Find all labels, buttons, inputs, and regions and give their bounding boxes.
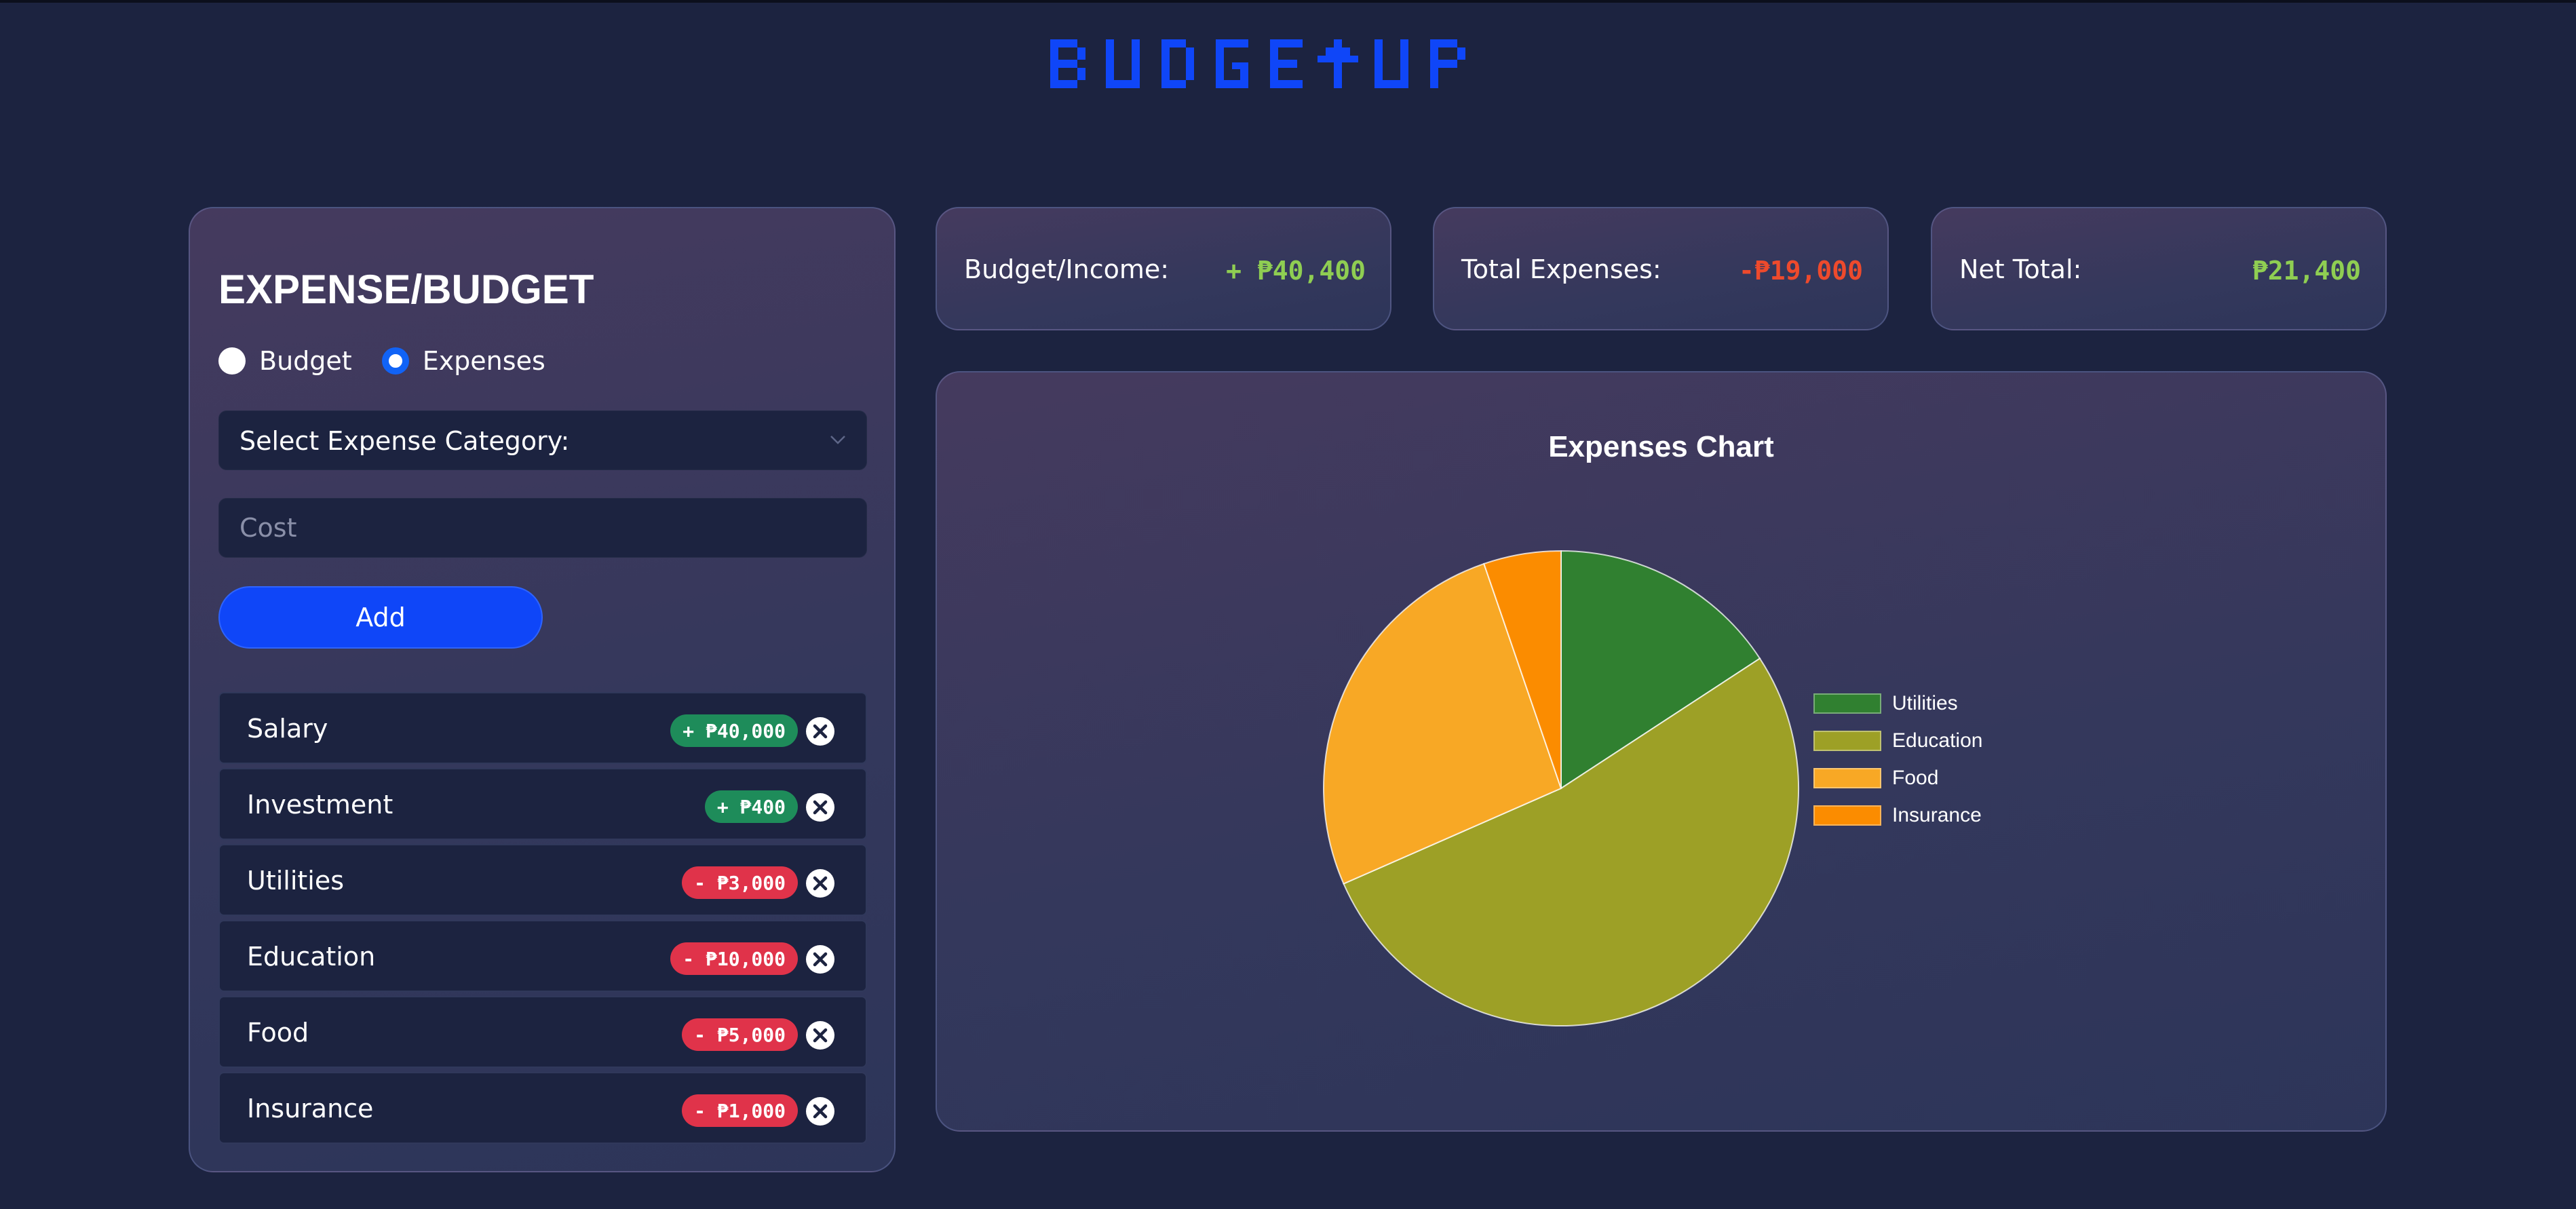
- entry-amount-badge: - ₱5,000: [682, 1018, 798, 1051]
- expenses-radio[interactable]: [381, 347, 409, 375]
- legend-swatch: [1813, 730, 1881, 751]
- legend-item-education[interactable]: Education: [1813, 722, 1982, 759]
- budget-income-label: Budget/Income:: [964, 254, 1170, 284]
- entry-label: Food: [247, 1018, 309, 1048]
- total-expenses-card: Total Expenses: -₱19,000: [1433, 207, 1889, 330]
- legend-label: Utilities: [1892, 691, 1958, 714]
- expense-category-select[interactable]: Select Expense Category:: [218, 410, 867, 470]
- entry-row-insurance: Insurance - ₱1,000: [218, 1072, 867, 1144]
- expense-category-select-label: Select Expense Category:: [239, 426, 570, 456]
- close-circle-icon: [813, 1028, 828, 1043]
- entry-amount-badge: - ₱1,000: [682, 1094, 798, 1127]
- net-total-card: Net Total: ₱21,400: [1931, 207, 2387, 330]
- legend-swatch: [1813, 693, 1881, 714]
- delete-entry-button[interactable]: [806, 717, 834, 746]
- legend-item-utilities[interactable]: Utilities: [1813, 685, 1982, 722]
- legend-item-food[interactable]: Food: [1813, 759, 1982, 797]
- expenses-radio-label[interactable]: Expenses: [423, 346, 545, 376]
- net-total-value: ₱21,400: [2252, 256, 2361, 286]
- expense-budget-panel: EXPENSE/BUDGET Budget Expenses Select Ex…: [189, 207, 896, 1172]
- delete-entry-button[interactable]: [806, 793, 834, 822]
- entry-label: Education: [247, 942, 376, 972]
- entry-row-education: Education - ₱10,000: [218, 920, 867, 992]
- legend-label: Food: [1892, 766, 1939, 789]
- entry-amount-badge: - ₱10,000: [670, 942, 798, 975]
- add-button[interactable]: Add: [218, 586, 543, 649]
- budget-income-value: + ₱40,400: [1226, 256, 1366, 286]
- form-title: EXPENSE/BUDGET: [218, 267, 594, 312]
- cost-input[interactable]: [219, 499, 866, 557]
- close-circle-icon: [813, 952, 828, 967]
- close-circle-icon: [813, 876, 828, 891]
- budget-radio-label[interactable]: Budget: [259, 346, 352, 376]
- window-top-edge: [0, 0, 2576, 3]
- entry-type-radio-group: Budget Expenses: [218, 344, 575, 378]
- entry-amount-badge: + ₱400: [704, 790, 798, 823]
- entry-label: Salary: [247, 714, 328, 744]
- chevron-down-icon: [830, 436, 845, 444]
- legend-swatch: [1813, 805, 1881, 826]
- entry-row-investment: Investment + ₱400: [218, 768, 867, 840]
- delete-entry-button[interactable]: [806, 869, 834, 898]
- close-circle-icon: [813, 724, 828, 739]
- delete-entry-button[interactable]: [806, 1021, 834, 1050]
- entries-list: Salary + ₱40,000 Investment + ₱400 Utili…: [218, 692, 867, 1148]
- entry-label: Investment: [247, 790, 393, 820]
- budget-income-card: Budget/Income: + ₱40,400: [936, 207, 1391, 330]
- delete-entry-button[interactable]: [806, 945, 834, 974]
- legend-swatch: [1813, 767, 1881, 788]
- entry-row-food: Food - ₱5,000: [218, 996, 867, 1068]
- close-circle-icon: [813, 1104, 828, 1119]
- net-total-label: Net Total:: [1959, 254, 2082, 284]
- legend-label: Insurance: [1892, 803, 1982, 826]
- entry-label: Insurance: [247, 1094, 374, 1124]
- expenses-pie-chart: [1323, 550, 1799, 1026]
- budget-radio[interactable]: [218, 347, 246, 375]
- cost-field: [218, 498, 867, 558]
- budgetup-logo: [1050, 39, 1465, 88]
- entry-amount-badge: + ₱40,000: [670, 714, 798, 747]
- chart-legend: Utilities Education Food Insurance: [1813, 685, 1982, 834]
- legend-item-insurance[interactable]: Insurance: [1813, 797, 1982, 834]
- legend-label: Education: [1892, 729, 1983, 752]
- close-circle-icon: [813, 800, 828, 815]
- entry-amount-badge: - ₱3,000: [682, 866, 798, 899]
- delete-entry-button[interactable]: [806, 1097, 834, 1126]
- total-expenses-label: Total Expenses:: [1461, 254, 1661, 284]
- entry-row-salary: Salary + ₱40,000: [218, 692, 867, 764]
- entry-row-utilities: Utilities - ₱3,000: [218, 844, 867, 916]
- expenses-chart-panel: Expenses Chart Utilities Education Food …: [936, 371, 2387, 1132]
- total-expenses-value: -₱19,000: [1738, 256, 1863, 286]
- entry-label: Utilities: [247, 866, 345, 896]
